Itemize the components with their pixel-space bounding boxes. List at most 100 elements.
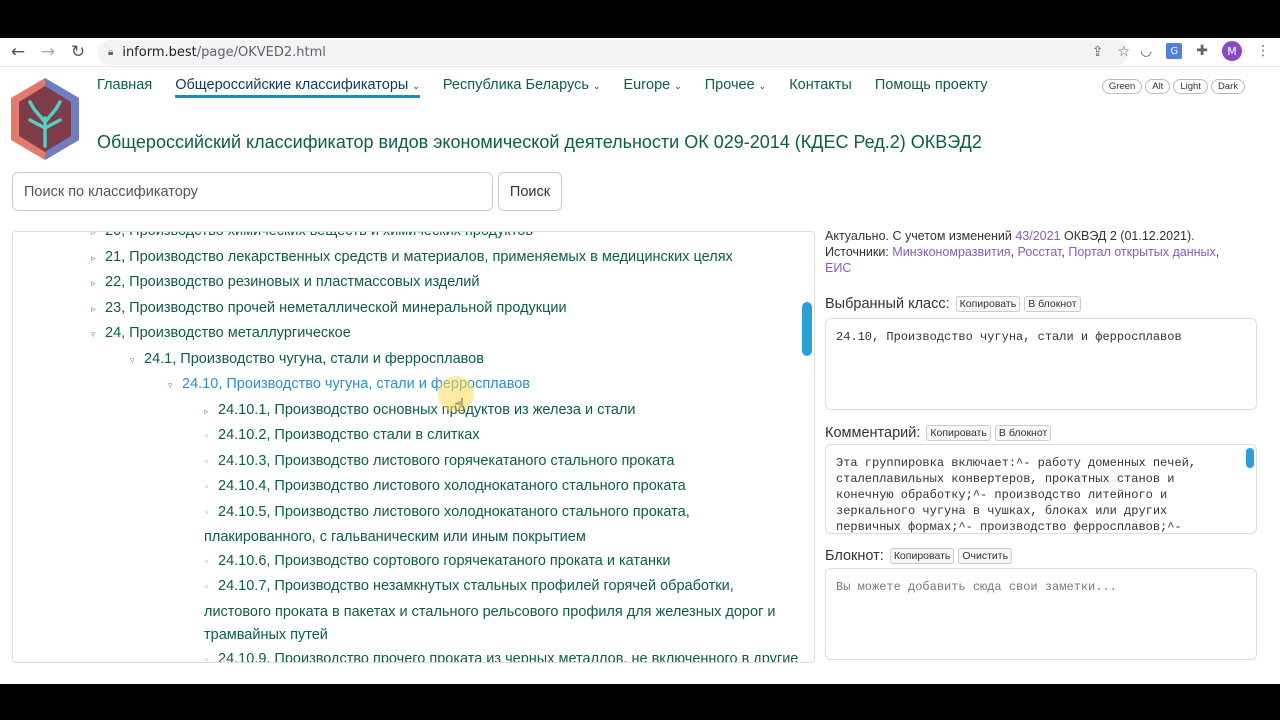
- collapsed-triangle-icon[interactable]: ▹: [91, 248, 99, 272]
- main-menu: Главная Общероссийские классификаторы ⌄ Р…: [97, 77, 1011, 98]
- selected-class-label: Выбранный класс:: [825, 296, 950, 312]
- comment-to-notebook-button[interactable]: В блокнот: [994, 425, 1052, 441]
- tree-node[interactable]: ◦ 24.10.2, Производство стали в слитках: [13, 424, 803, 450]
- expanded-triangle-icon[interactable]: ▿: [130, 350, 138, 374]
- collapsed-triangle-icon[interactable]: ▹: [91, 232, 99, 246]
- comment-line: зеркального чугуна в чушках, блоках или …: [836, 504, 1168, 518]
- comment-line: конечную обработку;^- производство литей…: [836, 488, 1168, 502]
- search-input[interactable]: Поиск по классификатору: [12, 172, 493, 211]
- actuality-info: Актуально. С учетом изменений 43/2021 ОК…: [825, 229, 1195, 243]
- tree-node[interactable]: ◦ 24.10.6, Производство сортового горячек…: [13, 550, 803, 576]
- tree-node-label: 24.10.3, Производство листового горячека…: [218, 452, 675, 469]
- tree-node-label: 24.10.7, Производство незамкнутых стальн…: [204, 578, 776, 643]
- menu-item-contacts[interactable]: Контакты: [789, 77, 852, 98]
- comment-scrollbar-thumb[interactable]: [1246, 448, 1254, 468]
- comment-line: Эта группировка включает:^- работу домен…: [836, 456, 1197, 470]
- address-bar[interactable]: 🔒︎ inform.best/page/OKVED2.html: [98, 40, 1128, 65]
- tree-node-label: 24, Производство металлургическое: [105, 325, 351, 341]
- tree-node[interactable]: ◦ 24.10.7, Производство незамкнутых сталь…: [13, 575, 803, 648]
- theme-light-button[interactable]: Light: [1173, 79, 1208, 94]
- extensions-puzzle-icon[interactable]: ✚: [1196, 43, 1208, 59]
- right-panel: Актуально. С учетом изменений 43/2021 ОК…: [825, 228, 1260, 660]
- tree-node[interactable]: ▿ 24.10, Производство чугуна, стали и фер…: [13, 373, 803, 399]
- menu-item-home[interactable]: Главная: [97, 77, 152, 98]
- tree-node[interactable]: ◦ 24.10.4, Производство листового холодно…: [13, 475, 803, 501]
- menu-item-belarus[interactable]: Республика Беларусь ⌄: [443, 77, 601, 98]
- tree-node[interactable]: ◦ 24.10.3, Производство листового горячек…: [13, 450, 803, 476]
- change-link[interactable]: 43/2021: [1015, 229, 1060, 243]
- tree-node-label: 24.10.6, Производство сортового горячека…: [218, 552, 671, 569]
- back-icon[interactable]: ←: [6, 40, 30, 64]
- notebook-field[interactable]: Вы можете добавить сюда свои заметки...: [825, 568, 1257, 660]
- tree-node[interactable]: ▹ 22, Производство резиновых и пластмассо…: [13, 271, 803, 297]
- collapsed-triangle-icon[interactable]: ▹: [204, 401, 212, 425]
- notebook-placeholder: Вы можете добавить сюда свои заметки...: [836, 580, 1117, 594]
- tree-scrollbar-thumb[interactable]: [802, 302, 812, 356]
- browser-menu-icon[interactable]: ⋮: [1256, 43, 1270, 59]
- collapsed-triangle-icon[interactable]: ▹: [91, 273, 99, 297]
- tree-node-label: 24.10.1, Производство основных продуктов…: [218, 401, 636, 418]
- tree-node[interactable]: ▹ 24.10.1, Производство основных продукто…: [13, 399, 803, 425]
- share-icon[interactable]: ⇪: [1092, 44, 1104, 60]
- pocket-icon[interactable]: ◡: [1140, 43, 1152, 59]
- tree-list: ▹ 20, Производство химических веществ и х…: [13, 232, 803, 663]
- forward-icon[interactable]: →: [36, 40, 60, 64]
- classifier-tree: ▹ 20, Производство химических веществ и х…: [12, 231, 815, 663]
- search-button[interactable]: Поиск: [498, 172, 562, 211]
- tree-node-label: 24.10, Производство чугуна, стали и ферр…: [182, 376, 531, 392]
- selected-class-copy-button[interactable]: Копировать: [955, 296, 1021, 312]
- comment-copy-button[interactable]: Копировать: [926, 425, 991, 441]
- tree-node[interactable]: ▹ 21, Производство лекарственных средств …: [13, 246, 803, 272]
- selected-class-value: 24.10, Производство чугуна, стали и ферр…: [836, 330, 1182, 344]
- expanded-triangle-icon[interactable]: ▿: [91, 324, 99, 348]
- tree-node-label: 21, Производство лекарственных средств и…: [105, 248, 733, 265]
- tree-node[interactable]: ▹ 23, Производство прочей неметаллической…: [13, 297, 803, 323]
- leaf-bullet-icon: ◦: [204, 457, 210, 468]
- tree-node[interactable]: ◦ 24.10.9, Производство прочего проката и…: [13, 648, 803, 663]
- theme-alt-button[interactable]: Alt: [1145, 79, 1171, 94]
- leaf-bullet-icon: ◦: [204, 557, 210, 568]
- chevron-down-icon: ⌄: [592, 82, 601, 92]
- theme-switcher: Green Alt Light Dark: [1101, 79, 1245, 94]
- chevron-down-icon: ⌄: [758, 82, 767, 92]
- tree-node-label: 24.10.9, Производство прочего проката из…: [218, 650, 799, 663]
- comment-line: первичных формах;^- производство ферросп…: [836, 520, 1182, 534]
- notebook-clear-button[interactable]: Очистить: [958, 548, 1013, 564]
- tree-node[interactable]: ▹ 20, Производство химических веществ и х…: [13, 232, 803, 246]
- profile-avatar[interactable]: M: [1222, 41, 1242, 61]
- source-link-minekonom[interactable]: Минэкономразвития: [892, 245, 1010, 259]
- tree-node[interactable]: ◦ 24.10.5, Производство листового холодно…: [13, 501, 803, 550]
- theme-green-button[interactable]: Green: [1101, 79, 1143, 94]
- selected-class-to-notebook-button[interactable]: В блокнот: [1024, 296, 1081, 312]
- menu-item-europe[interactable]: Europe ⌄: [623, 77, 681, 98]
- chevron-down-icon: ⌄: [412, 82, 420, 92]
- lock-icon: 🔒︎: [108, 47, 114, 58]
- url-path: /page/OKVED2.html: [196, 45, 326, 60]
- source-link-eis[interactable]: ЕИС: [825, 261, 851, 275]
- notebook-copy-button[interactable]: Копировать: [889, 548, 955, 564]
- theme-dark-button[interactable]: Dark: [1210, 79, 1245, 94]
- selected-class-field[interactable]: 24.10, Производство чугуна, стали и ферр…: [825, 318, 1257, 410]
- translate-icon[interactable]: G: [1166, 43, 1183, 59]
- tree-node-label: 24.10.2, Производство стали в слитках: [218, 427, 480, 443]
- bookmark-star-icon[interactable]: ☆: [1117, 44, 1130, 60]
- tree-node[interactable]: ▿ 24, Производство металлургическое: [13, 322, 803, 348]
- tree-node[interactable]: ▿ 24.1, Производство чугуна, стали и ферр…: [13, 348, 803, 374]
- menu-item-help-project[interactable]: Помощь проекту: [875, 77, 988, 98]
- site-logo[interactable]: [8, 76, 82, 162]
- leaf-bullet-icon: ◦: [204, 432, 210, 442]
- comment-field[interactable]: Эта группировка включает:^- работу домен…: [825, 444, 1257, 534]
- source-link-open-data[interactable]: Портал открытых данных: [1068, 245, 1215, 259]
- menu-item-other[interactable]: Прочее ⌄: [705, 77, 766, 98]
- url-host: inform.best: [122, 45, 197, 60]
- comment-label: Комментарий:: [825, 425, 921, 441]
- leaf-bullet-icon: ◦: [204, 655, 210, 663]
- expanded-triangle-icon[interactable]: ▿: [168, 375, 176, 399]
- tree-node-label: 23, Производство прочей неметаллической …: [105, 299, 567, 316]
- collapsed-triangle-icon[interactable]: ▹: [91, 299, 99, 323]
- menu-item-russian-classifiers[interactable]: Общероссийские классификаторы ⌄: [175, 77, 420, 98]
- reload-icon[interactable]: ↻: [66, 40, 90, 64]
- source-link-rosstat[interactable]: Росстат: [1018, 245, 1062, 259]
- leaf-bullet-icon: ◦: [204, 508, 210, 519]
- extensions-area: ◡ G ✚ M ⋮: [1140, 41, 1270, 61]
